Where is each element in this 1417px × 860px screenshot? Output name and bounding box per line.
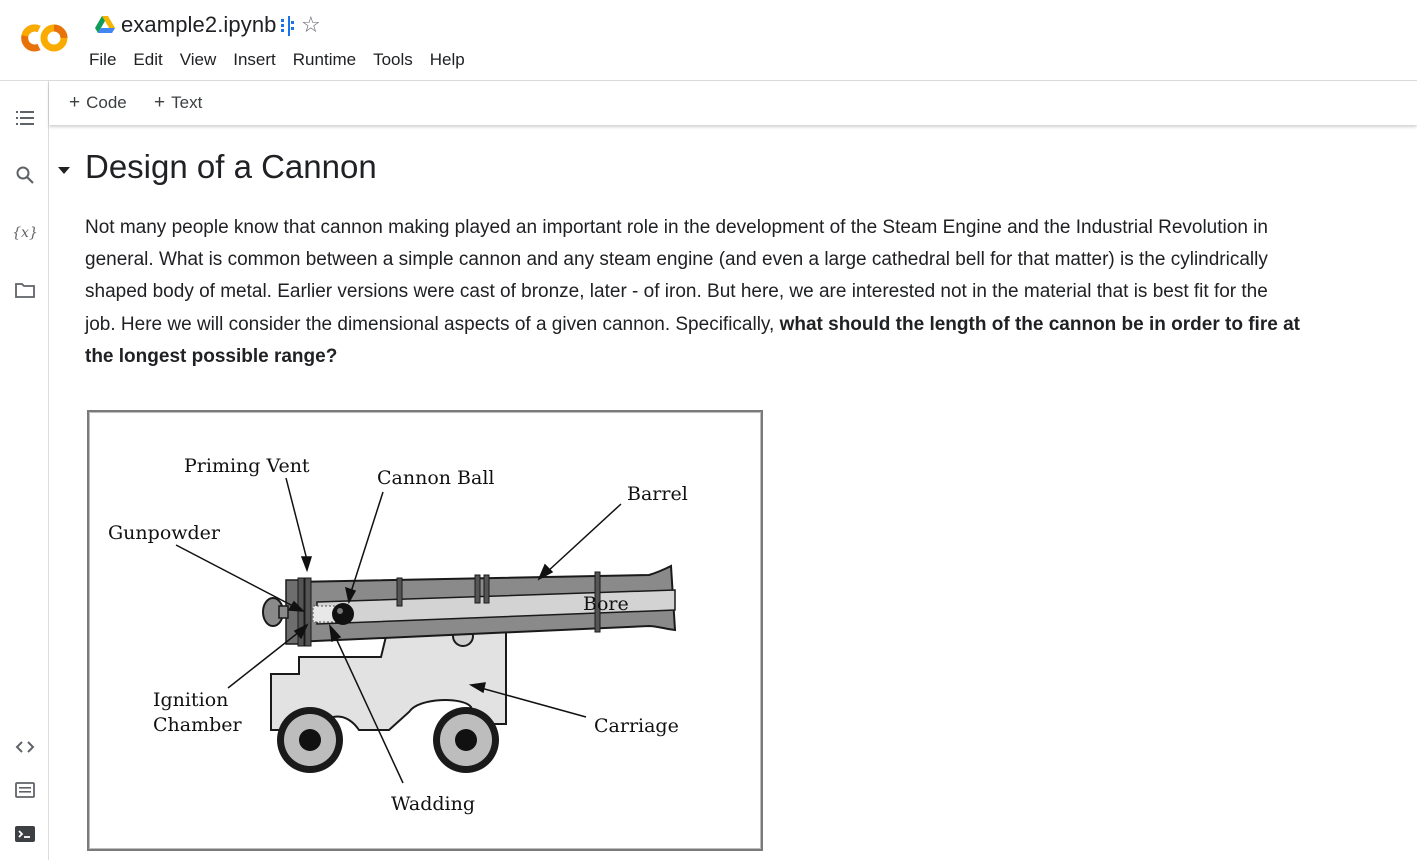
code-snippets-icon[interactable] bbox=[13, 735, 37, 759]
plus-icon: + bbox=[154, 92, 166, 113]
label-ignition-line2: Chamber bbox=[153, 714, 243, 736]
label-barrel: Barrel bbox=[627, 483, 688, 505]
label-wadding: Wadding bbox=[391, 793, 475, 815]
menu-bar: File Edit View Insert Runtime Tools Help bbox=[89, 50, 482, 70]
plus-icon: + bbox=[69, 92, 81, 113]
terminal-icon[interactable] bbox=[13, 822, 37, 846]
paragraph-line: general. What is common between a simple… bbox=[85, 249, 1268, 271]
menu-tools[interactable]: Tools bbox=[373, 50, 421, 70]
add-text-label: Text bbox=[171, 93, 203, 112]
menu-help[interactable]: Help bbox=[430, 50, 473, 70]
colab-logo[interactable] bbox=[15, 18, 73, 58]
label-bore: Bore bbox=[583, 593, 629, 615]
add-text-button[interactable]: + Text bbox=[154, 92, 202, 114]
table-of-contents-icon[interactable] bbox=[13, 106, 37, 130]
menu-view[interactable]: View bbox=[180, 50, 225, 70]
label-ignition-line1: Ignition bbox=[153, 689, 228, 711]
label-priming-vent: Priming Vent bbox=[184, 455, 310, 477]
variables-icon[interactable]: {x} bbox=[13, 220, 37, 244]
cannon-diagram: Priming Vent Cannon Ball Barrel Gunpowde… bbox=[87, 410, 763, 851]
google-drive-icon[interactable] bbox=[95, 16, 115, 34]
wheel-left bbox=[277, 707, 343, 773]
notebook-content: Design of a Cannon Not many people know … bbox=[49, 126, 1417, 860]
edit-cursor-icon bbox=[281, 16, 294, 36]
add-code-button[interactable]: + Code bbox=[69, 92, 127, 114]
paragraph-bold-question: what should the length of the cannon be … bbox=[779, 313, 1300, 335]
wheel-right bbox=[433, 707, 499, 773]
section-heading: Design of a Cannon bbox=[85, 148, 377, 185]
left-sidebar: {x} bbox=[0, 81, 49, 860]
label-cannon-ball: Cannon Ball bbox=[377, 467, 495, 489]
cell-toolbar: + Code + Text bbox=[49, 81, 1417, 125]
menu-edit[interactable]: Edit bbox=[133, 50, 170, 70]
collapse-section-icon[interactable] bbox=[57, 166, 71, 176]
files-icon[interactable] bbox=[13, 278, 37, 302]
label-gunpowder: Gunpowder bbox=[108, 522, 221, 544]
command-palette-icon[interactable] bbox=[13, 778, 37, 802]
paragraph-line: job. Here we will consider the dimension… bbox=[85, 313, 780, 335]
search-icon[interactable] bbox=[13, 163, 37, 187]
label-carriage: Carriage bbox=[594, 715, 679, 737]
text-cell-paragraph: Not many people know that cannon making … bbox=[85, 212, 1345, 373]
menu-runtime[interactable]: Runtime bbox=[293, 50, 364, 70]
menu-insert[interactable]: Insert bbox=[233, 50, 284, 70]
menu-file[interactable]: File bbox=[89, 50, 124, 70]
paragraph-line: shaped body of metal. Earlier versions w… bbox=[85, 281, 1268, 303]
paragraph-line: Not many people know that cannon making … bbox=[85, 217, 1268, 238]
star-icon[interactable]: ☆ bbox=[301, 13, 321, 37]
top-bar: example2.ipynb ☆ File Edit View Insert R… bbox=[0, 0, 1417, 81]
paragraph-bold-question: the longest possible range? bbox=[85, 345, 338, 367]
notebook-title[interactable]: example2.ipynb bbox=[121, 12, 277, 38]
add-code-label: Code bbox=[86, 93, 127, 112]
svg-text:{x}: {x} bbox=[13, 225, 37, 241]
